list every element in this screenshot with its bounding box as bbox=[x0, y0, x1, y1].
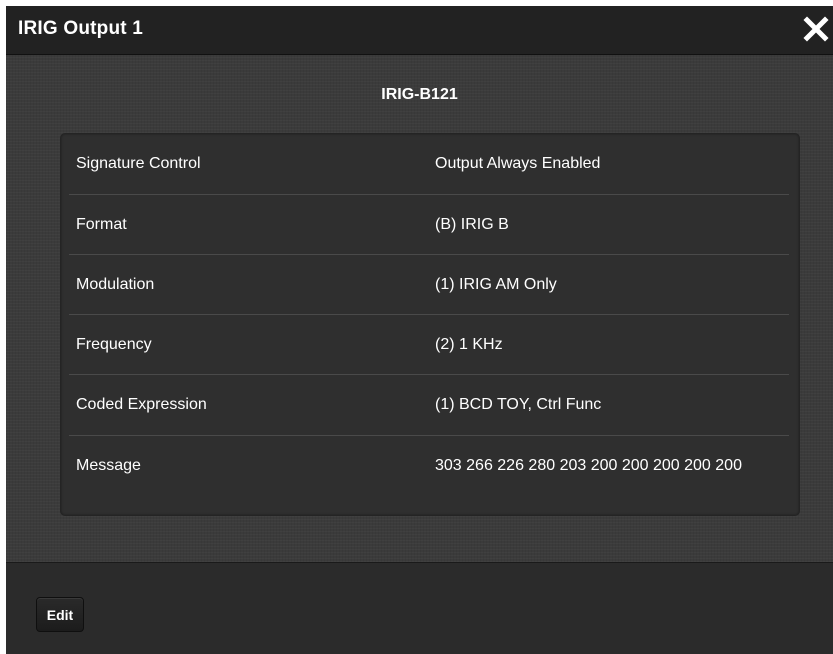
dialog-title: IRIG Output 1 bbox=[18, 18, 144, 39]
settings-row-modulation: Modulation (1) IRIG AM Only bbox=[69, 255, 789, 315]
edit-button[interactable]: Edit bbox=[36, 597, 84, 632]
row-label: Frequency bbox=[76, 336, 152, 353]
dialog-footer: Edit bbox=[6, 563, 833, 654]
close-icon[interactable] bbox=[801, 12, 831, 46]
dialog-content: IRIG-B121 Signature Control Output Alway… bbox=[6, 55, 833, 563]
row-label: Coded Expression bbox=[76, 396, 207, 413]
row-value: 303 266 226 280 203 200 200 200 200 200 bbox=[435, 457, 742, 474]
row-value: (1) IRIG AM Only bbox=[435, 276, 557, 293]
row-label: Format bbox=[76, 216, 127, 233]
dialog-window: IRIG Output 1 IRIG-B121 Signature Contro… bbox=[6, 6, 833, 654]
row-value: (1) BCD TOY, Ctrl Func bbox=[435, 396, 602, 413]
title-bar: IRIG Output 1 bbox=[6, 6, 833, 55]
settings-row-message: Message 303 266 226 280 203 200 200 200 … bbox=[69, 436, 789, 506]
row-label: Modulation bbox=[76, 276, 155, 293]
settings-panel: Signature Control Output Always Enabled … bbox=[60, 133, 800, 516]
row-label: Message bbox=[76, 457, 141, 474]
row-value: Output Always Enabled bbox=[435, 155, 601, 172]
row-label: Signature Control bbox=[76, 155, 201, 172]
settings-row-signature-control: Signature Control Output Always Enabled bbox=[69, 134, 789, 195]
settings-row-coded-expression: Coded Expression (1) BCD TOY, Ctrl Func bbox=[69, 375, 789, 436]
settings-row-format: Format (B) IRIG B bbox=[69, 195, 789, 255]
settings-row-frequency: Frequency (2) 1 KHz bbox=[69, 315, 789, 375]
output-format-heading: IRIG-B121 bbox=[381, 86, 458, 103]
row-value: (2) 1 KHz bbox=[435, 336, 503, 353]
row-value: (B) IRIG B bbox=[435, 216, 509, 233]
